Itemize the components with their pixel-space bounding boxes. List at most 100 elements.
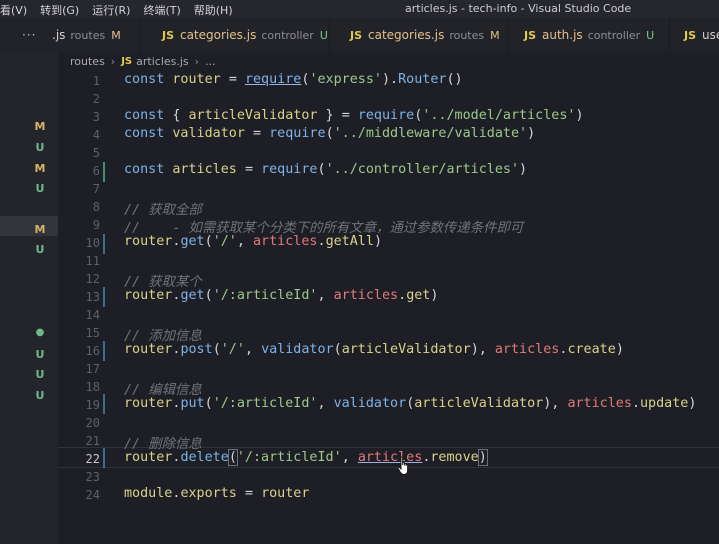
line-number: 1 <box>92 74 100 88</box>
tab-auth-controller[interactable]: JS auth.js controller U <box>512 18 670 52</box>
code-line-9: // - 如需获取某个分类下的所有文章，通过参数传递条件即可 <box>124 221 524 236</box>
token: post <box>180 342 213 357</box>
token: () <box>446 72 463 87</box>
line-number: 2 <box>92 92 100 106</box>
line-number: 17 <box>85 362 100 376</box>
git-status-untracked[interactable]: U <box>34 368 46 381</box>
code-line-19: router.put('/:articleId', validator(arti… <box>124 396 696 411</box>
token: ) <box>373 234 382 249</box>
menu-view[interactable]: 看(V) <box>0 2 27 18</box>
code-line-13: router.get('/:articleId', articles.get) <box>124 288 438 303</box>
code-line-21: // 删除信息 <box>124 437 202 452</box>
token: ). <box>382 72 399 87</box>
line-number: 11 <box>85 254 100 268</box>
token: , <box>341 450 358 465</box>
line-number-current: 22 <box>85 452 100 466</box>
token: get <box>180 288 205 303</box>
token: ( <box>212 342 221 357</box>
line-number: 14 <box>85 308 100 322</box>
git-status-untracked[interactable]: U <box>34 389 46 402</box>
token: ( <box>333 342 342 357</box>
tab-categories-controller[interactable]: JS categories.js controller U <box>150 18 330 52</box>
token: , <box>317 396 334 411</box>
line-number: 9 <box>92 218 100 232</box>
git-status-modified[interactable]: M <box>34 223 46 236</box>
code-line-22: router.delete('/:articleId', articles.re… <box>124 449 488 466</box>
token: validator <box>172 126 245 141</box>
tab-dir: routes <box>70 28 106 42</box>
token: ( <box>317 162 326 177</box>
code-editor[interactable]: 1 2 3 4 5 6 7 8 9 10 11 12 13 14 15 16 1… <box>58 70 719 544</box>
token: const <box>124 72 165 87</box>
git-status-untracked[interactable]: U <box>34 348 46 361</box>
line-number: 18 <box>85 380 100 394</box>
token: const <box>124 108 165 123</box>
title-bar: 看(V) 转到(G) 运行(R) 终端(T) 帮助(H) articles.js… <box>0 0 719 18</box>
chevron-right-icon: › <box>110 55 116 68</box>
token: ) <box>477 449 488 466</box>
tab-label: use <box>702 28 719 42</box>
git-status-modified[interactable]: M <box>34 120 46 133</box>
js-file-icon: JS <box>121 56 133 67</box>
git-status-untracked[interactable]: U <box>34 141 46 154</box>
menu-help[interactable]: 帮助(H) <box>194 2 233 18</box>
token: , <box>236 234 253 249</box>
tab-routes-js[interactable]: .js routes M <box>52 18 141 52</box>
js-file-icon: JS <box>162 28 175 42</box>
tab-status: U <box>319 28 328 42</box>
gutter-modified-bar <box>103 394 105 414</box>
token: create <box>567 342 616 357</box>
explorer-selected-row[interactable] <box>0 216 58 236</box>
code-line-24: module.exports = router <box>124 486 309 501</box>
git-status-untracked[interactable]: U <box>34 243 46 256</box>
token: { <box>172 108 189 123</box>
token-hover-link[interactable]: articles <box>358 450 423 465</box>
token: articles <box>333 288 399 303</box>
token: router <box>172 72 221 87</box>
menu-run[interactable]: 运行(R) <box>92 2 130 18</box>
line-number: 3 <box>92 110 100 124</box>
git-status-untracked[interactable]: U <box>34 182 46 195</box>
breadcrumb-symbol[interactable]: ... <box>205 55 216 68</box>
tab-label: auth.js <box>542 28 583 42</box>
token: ) <box>615 342 624 357</box>
token: router <box>124 288 173 303</box>
line-number: 5 <box>92 146 100 160</box>
token: get <box>180 234 205 249</box>
token: remove <box>430 450 479 465</box>
token: ), <box>543 396 568 411</box>
more-tabs-icon[interactable]: ··· <box>22 28 36 42</box>
breadcrumb-folder[interactable]: routes <box>70 55 105 68</box>
token: = <box>244 162 253 177</box>
token: ) <box>575 108 584 123</box>
tab-status: M <box>111 28 121 42</box>
line-number: 12 <box>85 272 100 286</box>
tab-use[interactable]: JS use <box>674 18 719 52</box>
token: require <box>269 126 326 141</box>
tab-categories-routes[interactable]: JS categories.js routes M <box>338 18 508 52</box>
token: require <box>261 162 318 177</box>
token: ) <box>519 162 528 177</box>
tab-bar: ··· .js routes M JS categories.js contro… <box>0 18 719 52</box>
code-line-4: const validator = require('../middleware… <box>124 126 535 141</box>
token: getAll <box>325 234 374 249</box>
line-number: 13 <box>85 290 100 304</box>
token: '/' <box>220 342 245 357</box>
token: , <box>244 342 262 357</box>
breadcrumb-file[interactable]: articles.js <box>136 55 189 68</box>
menu-go[interactable]: 转到(G) <box>40 2 79 18</box>
explorer-panel: M U M U M U ● U U U <box>0 52 58 544</box>
gutter-modified-bar <box>103 341 105 361</box>
gutter-added-bar <box>103 162 105 182</box>
line-number: 10 <box>85 236 100 250</box>
git-status-modified[interactable]: M <box>34 162 46 175</box>
line-number: 21 <box>85 434 100 448</box>
token: '../controller/articles' <box>325 162 520 177</box>
menu-terminal[interactable]: 终端(T) <box>143 2 180 18</box>
code-line-1: const router = require('express').Router… <box>124 72 463 87</box>
line-number: 20 <box>85 416 100 430</box>
tab-label: categories.js <box>368 28 445 42</box>
tab-dir: routes <box>449 28 485 42</box>
gutter-modified-bar <box>103 287 105 307</box>
token: '/:articleId' <box>236 450 342 465</box>
